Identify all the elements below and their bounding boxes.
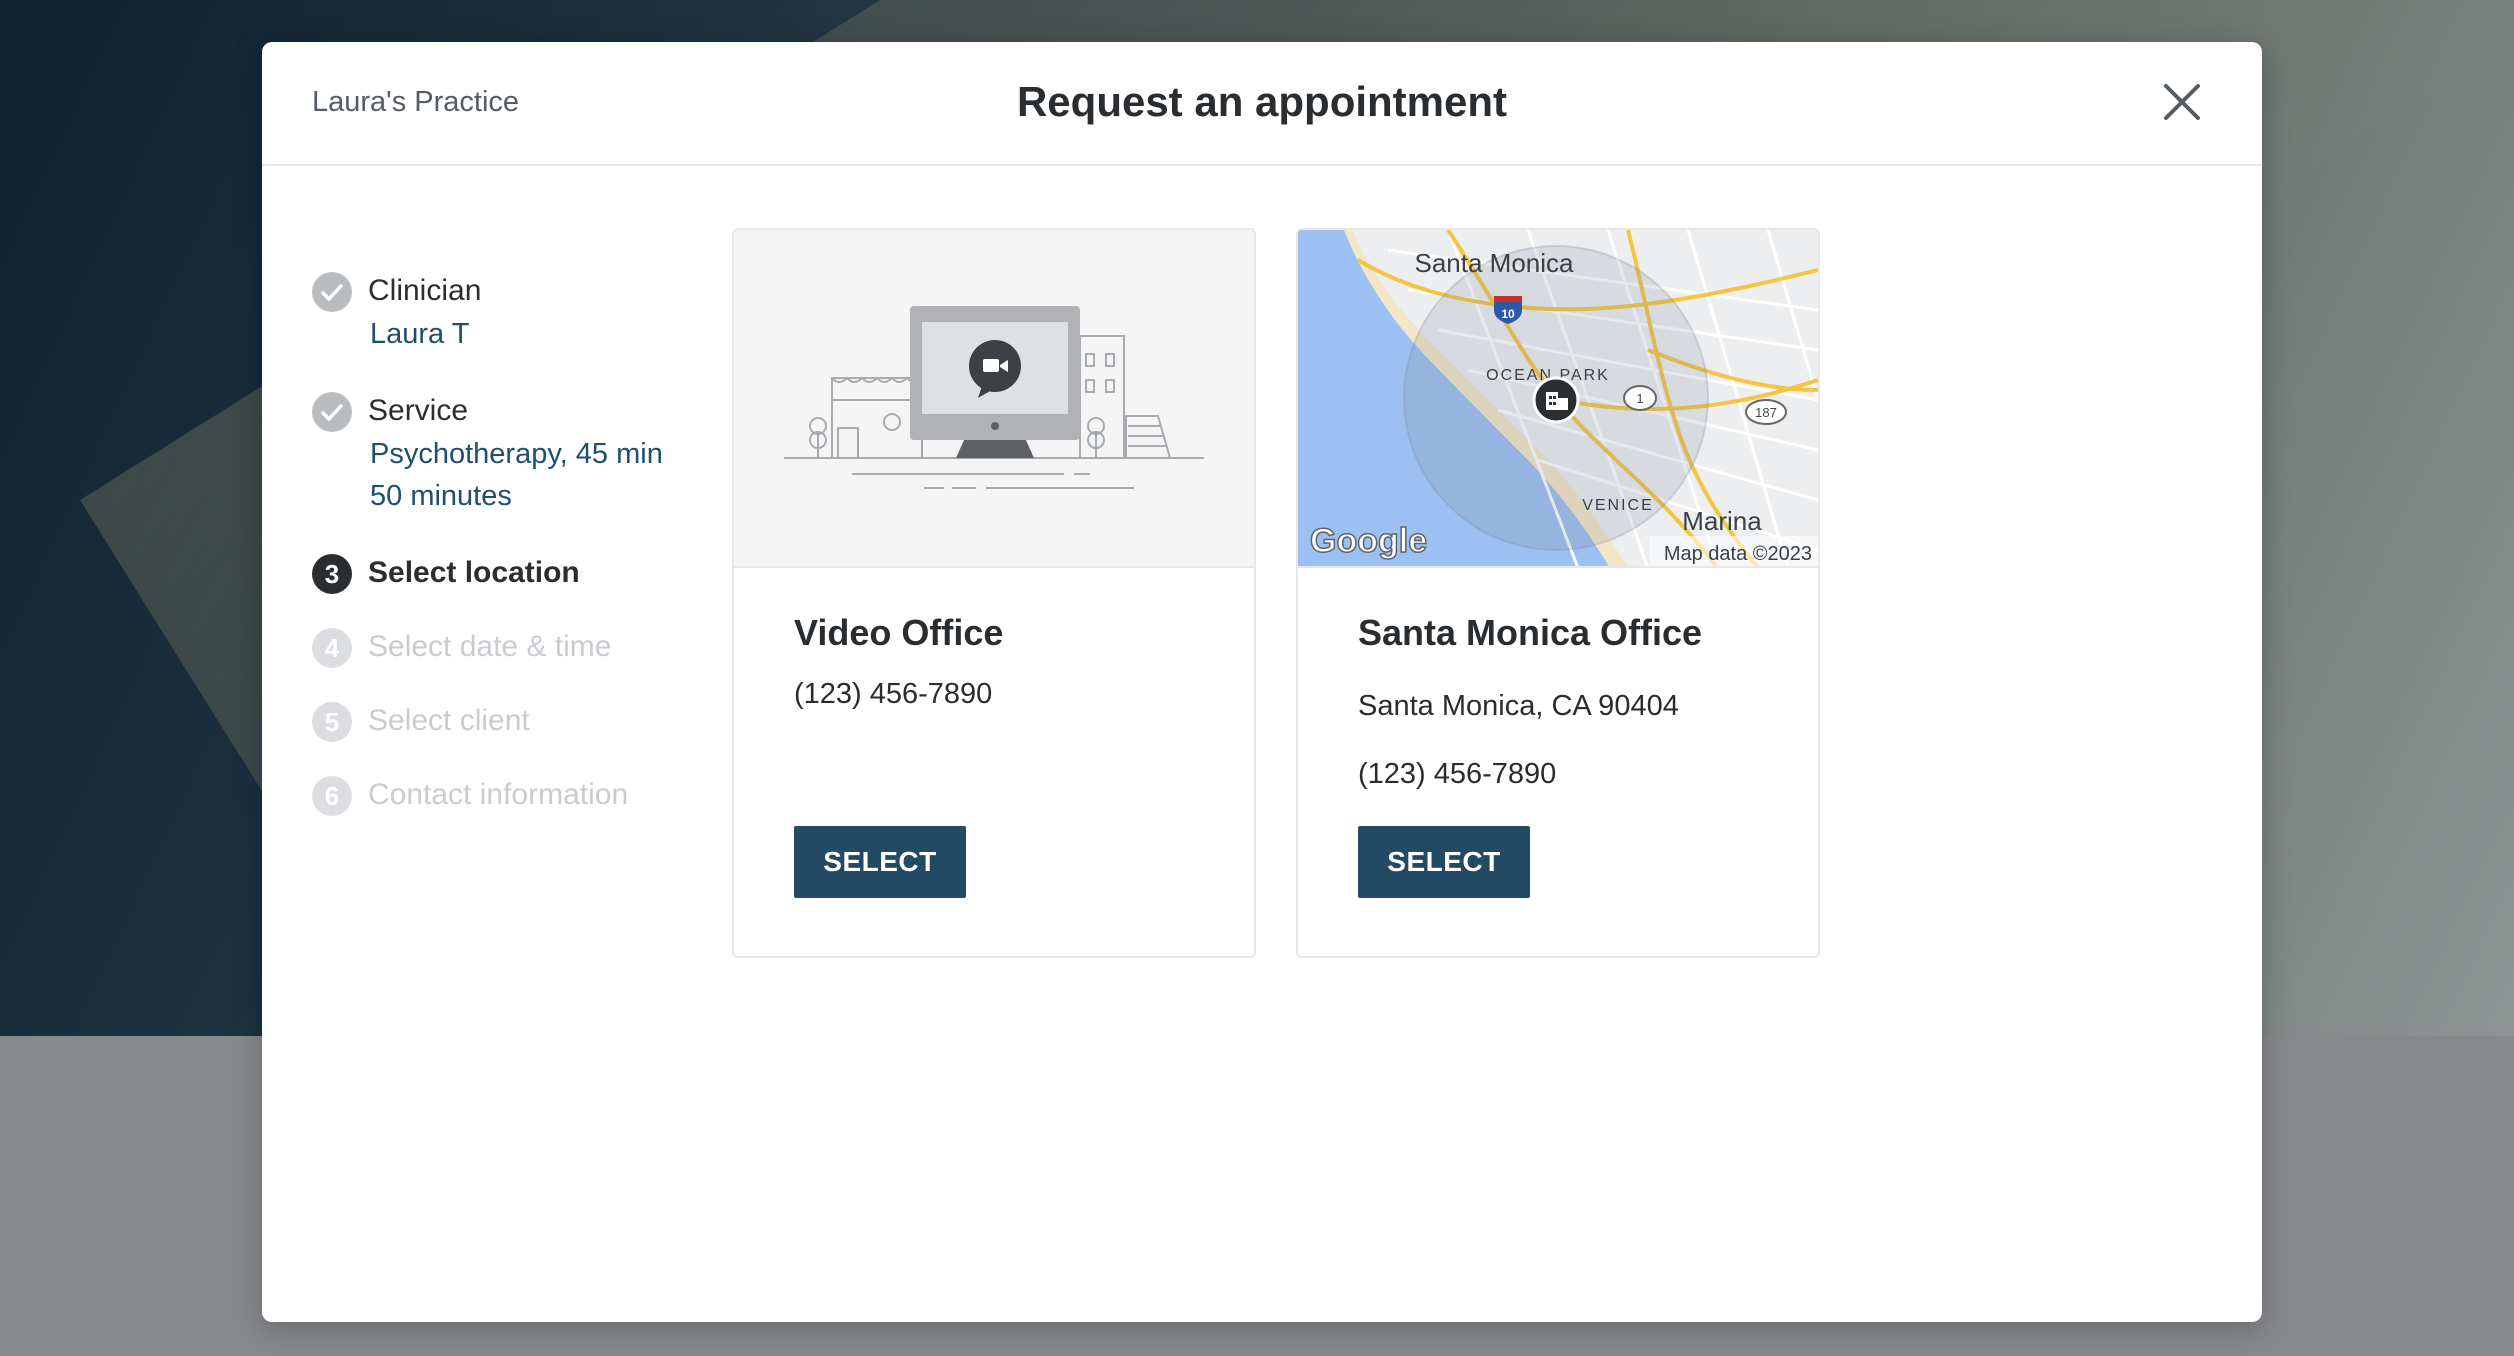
- step-number: 3: [312, 554, 352, 594]
- map-shield-label: 1: [1636, 391, 1643, 406]
- step-detail: Laura T: [370, 318, 470, 350]
- location-card-santa-monica-office: 10 1 187 Santa Monica OCEAN PARK VENICE …: [1296, 228, 1820, 958]
- step-label: Select date & time: [368, 630, 612, 663]
- modal-header: Laura's Practice Request an appointment: [262, 42, 2262, 166]
- step-number: 6: [312, 776, 352, 816]
- check-icon: [312, 392, 352, 432]
- map-label-venice: VENICE: [1582, 497, 1654, 514]
- location-name: Santa Monica Office: [1358, 612, 1703, 653]
- map-label-marina: Marina: [1682, 506, 1762, 536]
- step-detail: 50 minutes: [370, 480, 512, 512]
- map-thumbnail[interactable]: 10 1 187 Santa Monica OCEAN PARK VENICE …: [1298, 230, 1818, 568]
- route-1-shield: 1: [1623, 385, 1657, 411]
- route-187-shield: 187: [1745, 399, 1787, 425]
- select-video-office-button[interactable]: SELECT: [794, 826, 966, 898]
- step-label: Select location: [368, 556, 580, 589]
- step-number: 4: [312, 628, 352, 668]
- step-label: Contact information: [368, 778, 629, 811]
- video-office-illustration: [734, 230, 1254, 568]
- select-santa-monica-office-button[interactable]: SELECT: [1358, 826, 1530, 898]
- step-detail: Psychotherapy, 45 min: [370, 438, 663, 470]
- map-label-santa-monica: Santa Monica: [1415, 248, 1575, 278]
- appointment-modal: Laura's Practice Request an appointment …: [262, 42, 2262, 1322]
- close-icon: [2164, 84, 2200, 120]
- step-label: Select client: [368, 704, 530, 737]
- step-label: Clinician: [368, 274, 482, 307]
- step-number: 5: [312, 702, 352, 742]
- close-button[interactable]: [2158, 78, 2206, 126]
- video-office-illustration-svg: [784, 306, 1204, 489]
- modal-title: Request an appointment: [1016, 78, 1508, 125]
- map-shield-label: 187: [1755, 405, 1777, 420]
- location-address: Santa Monica, CA 90404: [1358, 690, 1679, 722]
- location-card-video-office: Video Office (123) 456-7890 SELECT: [732, 228, 1256, 958]
- location-phone: (123) 456-7890: [1358, 758, 1557, 790]
- map-svg: 10 1 187 Santa Monica OCEAN PARK VENICE …: [1298, 230, 1818, 566]
- office-pin-icon: [1532, 376, 1580, 424]
- check-icon: [312, 272, 352, 312]
- step-label: Service: [368, 394, 469, 427]
- google-logo: Google: [1310, 522, 1427, 560]
- location-phone: (123) 456-7890: [794, 678, 993, 710]
- location-name: Video Office: [794, 612, 1004, 653]
- map-shield-label: 10: [1501, 307, 1515, 321]
- map-attribution: Map data ©2023: [1664, 543, 1812, 565]
